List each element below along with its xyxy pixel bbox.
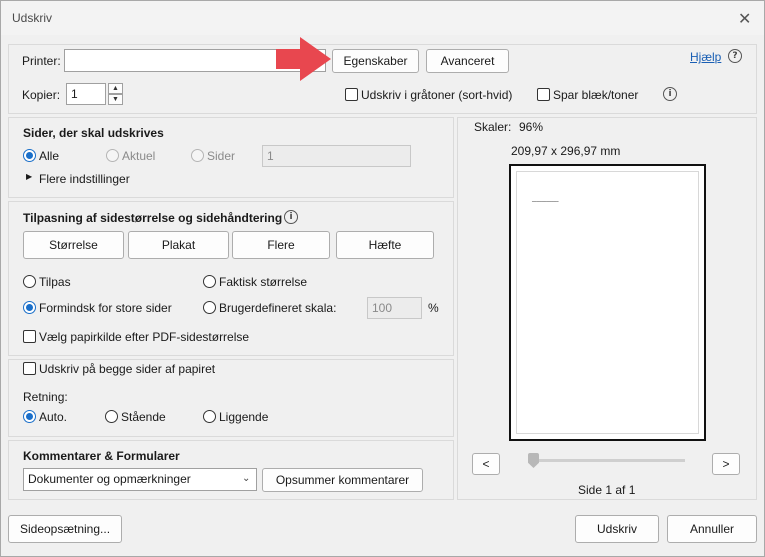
page-preview-text-line: ━━━━━━━━━━━ — [532, 199, 559, 204]
grayscale-checkbox[interactable] — [345, 88, 358, 101]
copies-input[interactable]: 1 — [66, 83, 106, 105]
custom-scale-input[interactable]: 100 — [367, 297, 422, 319]
preview-dimensions: 209,97 x 296,97 mm — [511, 144, 621, 158]
custom-scale-label: Brugerdefineret skala: — [219, 301, 337, 315]
page-preview: ━━━━━━━━━━━ — [509, 164, 706, 441]
pages-all-radio[interactable] — [23, 149, 36, 162]
page-sizing-heading: Tilpasning af sidestørrelse og sidehåndt… — [23, 211, 283, 225]
comments-heading: Kommentarer & Formularer — [23, 449, 180, 463]
help-link[interactable]: Hjælp — [690, 50, 721, 64]
paper-source-label: Vælg papirkilde efter PDF-sidestørrelse — [39, 330, 250, 344]
arrow-shape — [276, 37, 331, 81]
pages-all-label: Alle — [39, 149, 60, 163]
more-settings-label[interactable]: Flere indstillinger — [39, 172, 130, 186]
help-info-icon[interactable]: ? — [728, 49, 742, 63]
printer-label: Printer: — [22, 54, 61, 68]
summarize-comments-button[interactable]: Opsummer kommentarer — [262, 468, 423, 492]
window-title: Udskriv — [12, 11, 53, 25]
both-sides-label: Udskriv på begge sider af papiret — [39, 362, 216, 376]
page-preview-content: ━━━━━━━━━━━ — [516, 171, 699, 434]
pages-current-radio[interactable] — [106, 149, 119, 162]
tab-size[interactable]: Størrelse — [23, 231, 124, 259]
page-slider-track[interactable] — [529, 459, 685, 462]
orientation-auto-label: Auto. — [39, 410, 68, 424]
chevron-down-icon: ⌄ — [242, 473, 251, 484]
tab-poster[interactable]: Plakat — [128, 231, 229, 259]
page-sizing-info-icon[interactable]: i — [284, 210, 298, 224]
pages-heading: Sider, der skal udskrives — [23, 126, 164, 140]
preview-scale-value: 96% — [519, 120, 544, 134]
copies-decrement-button[interactable]: ▼ — [108, 94, 123, 105]
expand-triangle-icon[interactable]: ▶ — [26, 172, 32, 181]
print-dialog: Udskriv ✕ Printer: Egenskaber Avanceret … — [0, 0, 765, 557]
paper-source-checkbox[interactable] — [23, 330, 36, 343]
orientation-label: Retning: — [23, 390, 68, 404]
both-sides-checkbox[interactable] — [23, 362, 36, 375]
tab-booklet[interactable]: Hæfte — [336, 231, 434, 259]
save-ink-checkbox[interactable] — [537, 88, 550, 101]
fit-radio[interactable] — [23, 275, 36, 288]
orientation-portrait-radio[interactable] — [105, 410, 118, 423]
arrow-pointer-icon — [276, 37, 331, 81]
advanced-button[interactable]: Avanceret — [426, 49, 509, 73]
orientation-auto-radio[interactable] — [23, 410, 36, 423]
tab-multiple[interactable]: Flere — [232, 231, 330, 259]
print-button[interactable]: Udskriv — [575, 515, 659, 543]
properties-button[interactable]: Egenskaber — [332, 49, 419, 73]
pages-range-label: Sider — [207, 149, 236, 163]
orientation-landscape-label: Liggende — [219, 410, 269, 424]
orientation-portrait-label: Stående — [121, 410, 166, 424]
actual-size-radio[interactable] — [203, 275, 216, 288]
save-ink-info-icon[interactable]: i — [663, 87, 677, 101]
page-indicator: Side 1 af 1 — [578, 483, 636, 497]
close-icon[interactable]: ✕ — [738, 9, 751, 29]
pages-range-input[interactable]: 1 — [262, 145, 411, 167]
next-page-button[interactable]: > — [712, 453, 740, 475]
page-setup-button[interactable]: Sideopsætning... — [8, 515, 122, 543]
pages-range-radio[interactable] — [191, 149, 204, 162]
custom-scale-radio[interactable] — [203, 301, 216, 314]
previous-page-button[interactable]: < — [472, 453, 500, 475]
shrink-radio[interactable] — [23, 301, 36, 314]
actual-size-label: Faktisk størrelse — [219, 275, 308, 289]
fit-label: Tilpas — [39, 275, 71, 289]
copies-label: Kopier: — [22, 88, 61, 102]
cancel-button[interactable]: Annuller — [667, 515, 757, 543]
preview-scale-label: Skaler: — [474, 120, 512, 134]
comments-select[interactable]: Dokumenter og opmærkninger — [23, 468, 257, 491]
pages-current-label: Aktuel — [122, 149, 156, 163]
title-bar: Udskriv ✕ — [1, 1, 764, 35]
copies-increment-button[interactable]: ▲ — [108, 83, 123, 94]
grayscale-label: Udskriv i gråtoner (sort-hvid) — [361, 88, 513, 102]
orientation-landscape-radio[interactable] — [203, 410, 216, 423]
save-ink-label: Spar blæk/toner — [553, 88, 639, 102]
shrink-label: Formindsk for store sider — [39, 301, 172, 315]
percent-label: % — [428, 301, 439, 315]
